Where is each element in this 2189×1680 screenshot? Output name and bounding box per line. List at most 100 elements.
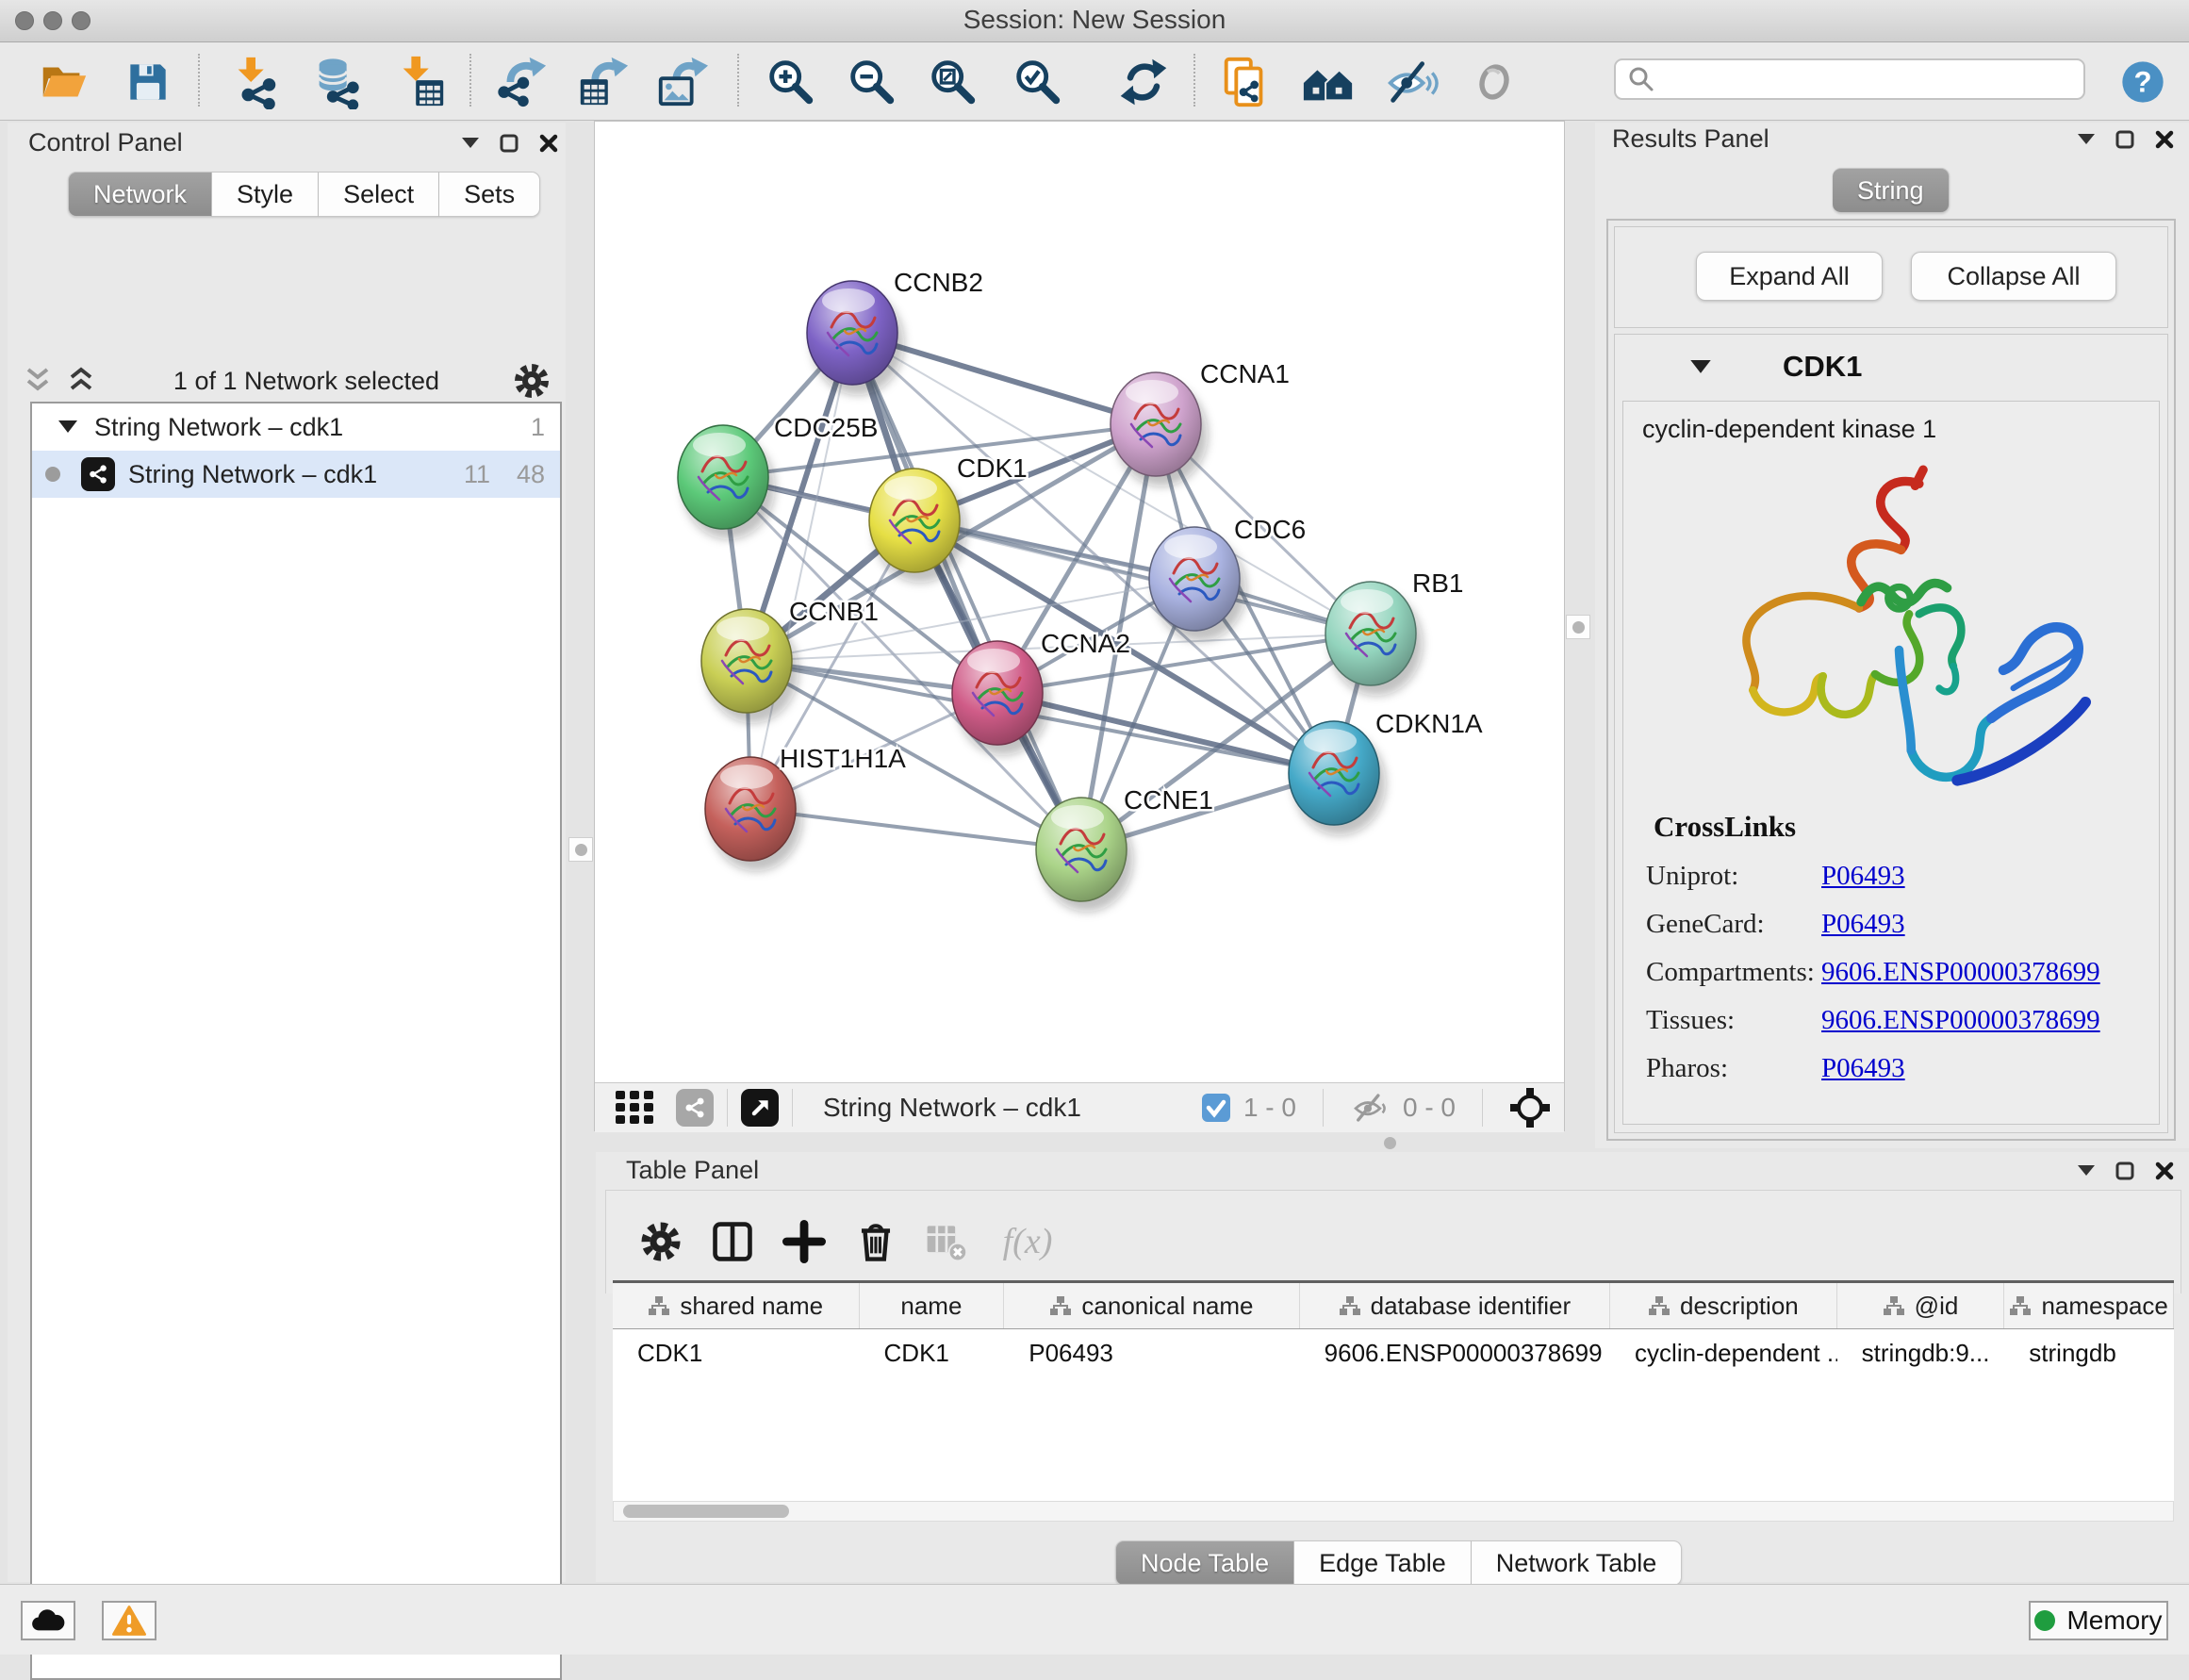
hidden-counts: 0 - 0 xyxy=(1403,1093,1456,1123)
table-row[interactable]: CDK1CDK1P064939606.ENSP00000378699cyclin… xyxy=(613,1329,2174,1376)
import-network-database-icon[interactable] xyxy=(307,53,366,111)
bottom-splitter-handle[interactable] xyxy=(1384,1137,1396,1149)
panel-menu-icon[interactable] xyxy=(462,138,479,149)
table-panel: Table Panel f(x) shared namenamecanonica… xyxy=(596,1152,2189,1582)
import-network-file-icon[interactable] xyxy=(226,53,285,111)
crosslink-link[interactable]: P06493 xyxy=(1821,1053,1905,1083)
collapse-all-button[interactable]: Collapse All xyxy=(1911,252,2116,301)
column-header[interactable]: description xyxy=(1610,1283,1837,1328)
selected-checkbox-icon[interactable] xyxy=(1202,1094,1230,1122)
expand-all-button[interactable]: Expand All xyxy=(1696,252,1883,301)
show-columns-icon[interactable] xyxy=(704,1213,761,1270)
tab-sets[interactable]: Sets xyxy=(439,172,540,217)
zoom-selected-icon[interactable] xyxy=(1009,53,1067,111)
search-input[interactable] xyxy=(1614,58,2085,100)
column-header[interactable]: canonical name xyxy=(1004,1283,1299,1328)
panel-menu-icon[interactable] xyxy=(2078,134,2095,145)
tab-style[interactable]: Style xyxy=(212,172,319,217)
crosslink-label: Tissues: xyxy=(1646,1005,1821,1036)
right-splitter-handle[interactable] xyxy=(1566,615,1590,639)
crosslinks-list: Uniprot:P06493GeneCard:P06493Compartment… xyxy=(1623,861,2159,1084)
crosslink-link[interactable]: P06493 xyxy=(1821,861,1905,891)
crosslink-label: Compartments: xyxy=(1646,957,1821,988)
refresh-layout-icon[interactable] xyxy=(1114,53,1173,111)
open-session-icon[interactable] xyxy=(34,53,92,111)
panel-close-icon[interactable] xyxy=(2155,130,2174,149)
network-options-gear-icon[interactable] xyxy=(513,362,551,400)
panel-close-icon[interactable] xyxy=(2155,1161,2174,1180)
window-close-button[interactable] xyxy=(15,11,34,30)
window-minimize-button[interactable] xyxy=(43,11,62,30)
panel-float-icon[interactable] xyxy=(2115,130,2134,149)
gene-expander-icon[interactable] xyxy=(1690,360,1711,374)
svg-text:CDC6: CDC6 xyxy=(1234,515,1306,544)
table-header-row: shared namenamecanonical namedatabase id… xyxy=(613,1283,2174,1329)
crosslink-link[interactable]: P06493 xyxy=(1821,909,1905,939)
column-header[interactable]: @id xyxy=(1837,1283,2005,1328)
crosslink-row: Tissues:9606.ENSP00000378699 xyxy=(1646,1005,2159,1036)
panel-menu-icon[interactable] xyxy=(2078,1165,2095,1177)
memory-status-dot xyxy=(2034,1610,2055,1631)
tab-node-table[interactable]: Node Table xyxy=(1115,1540,1294,1586)
node-table: shared namenamecanonical namedatabase id… xyxy=(613,1280,2174,1502)
gene-section-header[interactable]: CDK1 xyxy=(1615,335,2167,399)
network-graph[interactable]: CCNB2CCNA1CDC25BCDK1CDC6RB1CCNB1CCNA2CDK… xyxy=(595,122,1564,1082)
column-header[interactable]: namespace xyxy=(2004,1283,2174,1328)
home-networks-icon[interactable] xyxy=(1299,53,1358,111)
delete-column-icon[interactable] xyxy=(848,1213,904,1270)
tab-network-table[interactable]: Network Table xyxy=(1472,1540,1683,1586)
network-view-title: String Network – cdk1 xyxy=(823,1093,1081,1123)
zoom-in-icon[interactable] xyxy=(762,53,820,111)
create-column-icon[interactable] xyxy=(776,1213,832,1270)
network-row[interactable]: String Network – cdk1 11 48 xyxy=(32,451,560,498)
help-icon[interactable]: ? xyxy=(2114,53,2172,111)
fit-content-crosshair-icon[interactable] xyxy=(1509,1087,1551,1128)
zoom-fit-icon[interactable] xyxy=(924,53,982,111)
column-header[interactable]: database identifier xyxy=(1300,1283,1610,1328)
grid-view-icon[interactable] xyxy=(616,1091,661,1125)
open-view-icon[interactable] xyxy=(741,1089,779,1127)
window-zoom-button[interactable] xyxy=(72,11,91,30)
warnings-button[interactable] xyxy=(102,1601,156,1640)
panel-close-icon[interactable] xyxy=(539,134,558,153)
collection-expander-icon[interactable] xyxy=(58,420,77,434)
export-table-icon[interactable] xyxy=(573,53,632,111)
crosslink-link[interactable]: 9606.ENSP00000378699 xyxy=(1821,957,2100,987)
memory-button[interactable]: Memory xyxy=(2029,1601,2168,1640)
panel-float-icon[interactable] xyxy=(2115,1161,2134,1180)
table-horizontal-scrollbar[interactable] xyxy=(613,1501,2174,1522)
expand-all-icon[interactable] xyxy=(66,367,100,395)
network-collection-row[interactable]: String Network – cdk1 1 xyxy=(32,404,560,451)
svg-text:CCNA2: CCNA2 xyxy=(1041,629,1130,658)
tab-edge-table[interactable]: Edge Table xyxy=(1294,1540,1472,1586)
network-share-view-icon[interactable] xyxy=(676,1089,714,1127)
svg-text:CCNB2: CCNB2 xyxy=(894,268,983,297)
table-settings-gear-icon[interactable] xyxy=(633,1213,689,1270)
save-session-icon[interactable] xyxy=(119,53,177,111)
results-content: Expand All Collapse All CDK1 cyclin-depe… xyxy=(1606,219,2176,1141)
hide-labels-icon[interactable] xyxy=(1382,53,1440,111)
import-table-icon[interactable] xyxy=(392,53,451,111)
scrollbar-thumb[interactable] xyxy=(623,1505,789,1518)
title-bar: Session: New Session xyxy=(0,0,2189,42)
column-header[interactable]: shared name xyxy=(613,1283,860,1328)
tab-network[interactable]: Network xyxy=(68,172,212,217)
collapse-all-icon[interactable] xyxy=(23,367,57,395)
network-edge-count: 48 xyxy=(517,460,545,489)
network-list: String Network – cdk1 1 String Network –… xyxy=(30,402,562,1680)
tab-select[interactable]: Select xyxy=(319,172,439,217)
panel-float-icon[interactable] xyxy=(500,134,518,153)
crosslink-link[interactable]: 9606.ENSP00000378699 xyxy=(1821,1005,2100,1035)
svg-text:?: ? xyxy=(2133,65,2151,98)
netbar-divider xyxy=(1482,1089,1483,1127)
export-network-icon[interactable] xyxy=(492,53,551,111)
network-canvas[interactable]: CCNB2CCNA1CDC25BCDK1CDC6RB1CCNB1CCNA2CDK… xyxy=(594,121,1565,1131)
tab-string[interactable]: String xyxy=(1833,168,1950,213)
left-splitter-handle[interactable] xyxy=(568,837,593,862)
column-header[interactable]: name xyxy=(860,1283,1005,1328)
export-image-icon[interactable] xyxy=(652,53,711,111)
hidden-eye-slash-icon[interactable] xyxy=(1350,1092,1390,1124)
cloud-status-button[interactable] xyxy=(21,1601,75,1640)
clone-network-icon[interactable] xyxy=(1216,53,1275,111)
zoom-out-icon[interactable] xyxy=(843,53,901,111)
